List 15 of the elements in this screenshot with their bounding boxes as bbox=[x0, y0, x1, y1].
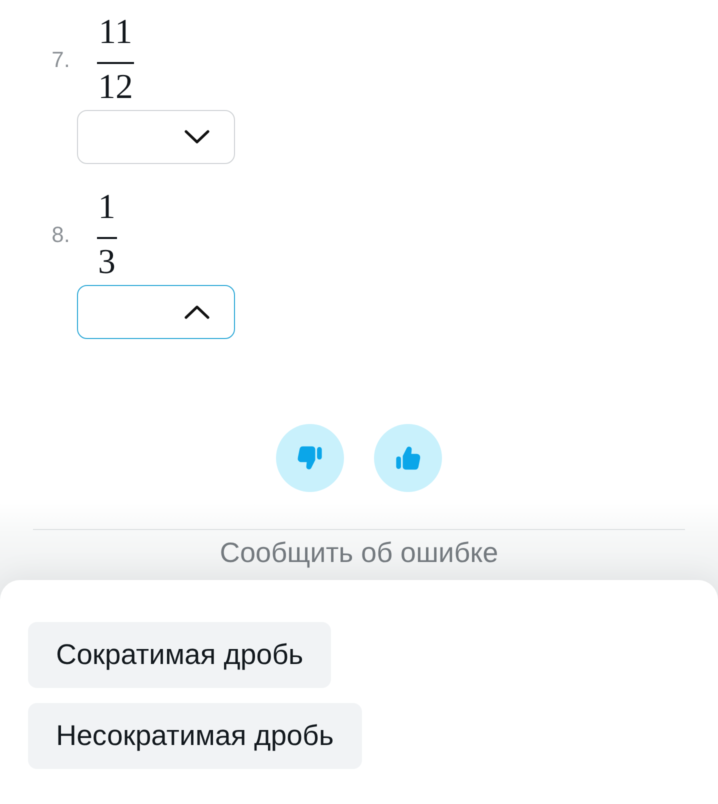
fraction-denominator: 12 bbox=[97, 69, 134, 104]
thumbs-up-icon bbox=[395, 445, 421, 471]
question-number: 7. bbox=[50, 49, 70, 71]
chevron-down-icon bbox=[184, 130, 210, 144]
report-error-link[interactable]: Сообщить об ошибке bbox=[220, 536, 498, 570]
fraction-numerator: 1 bbox=[97, 189, 116, 224]
thumbs-down-icon bbox=[297, 445, 323, 471]
answer-dropdown[interactable] bbox=[77, 110, 235, 164]
fraction-numerator: 11 bbox=[98, 14, 134, 49]
answer-dropdown[interactable] bbox=[77, 285, 235, 339]
fraction-denominator: 3 bbox=[97, 244, 116, 279]
chevron-up-icon bbox=[184, 305, 210, 319]
answer-option[interactable]: Сократимая дробь bbox=[28, 622, 332, 688]
question-number: 8. bbox=[50, 224, 70, 246]
answer-option[interactable]: Несократимая дробь bbox=[28, 703, 362, 769]
